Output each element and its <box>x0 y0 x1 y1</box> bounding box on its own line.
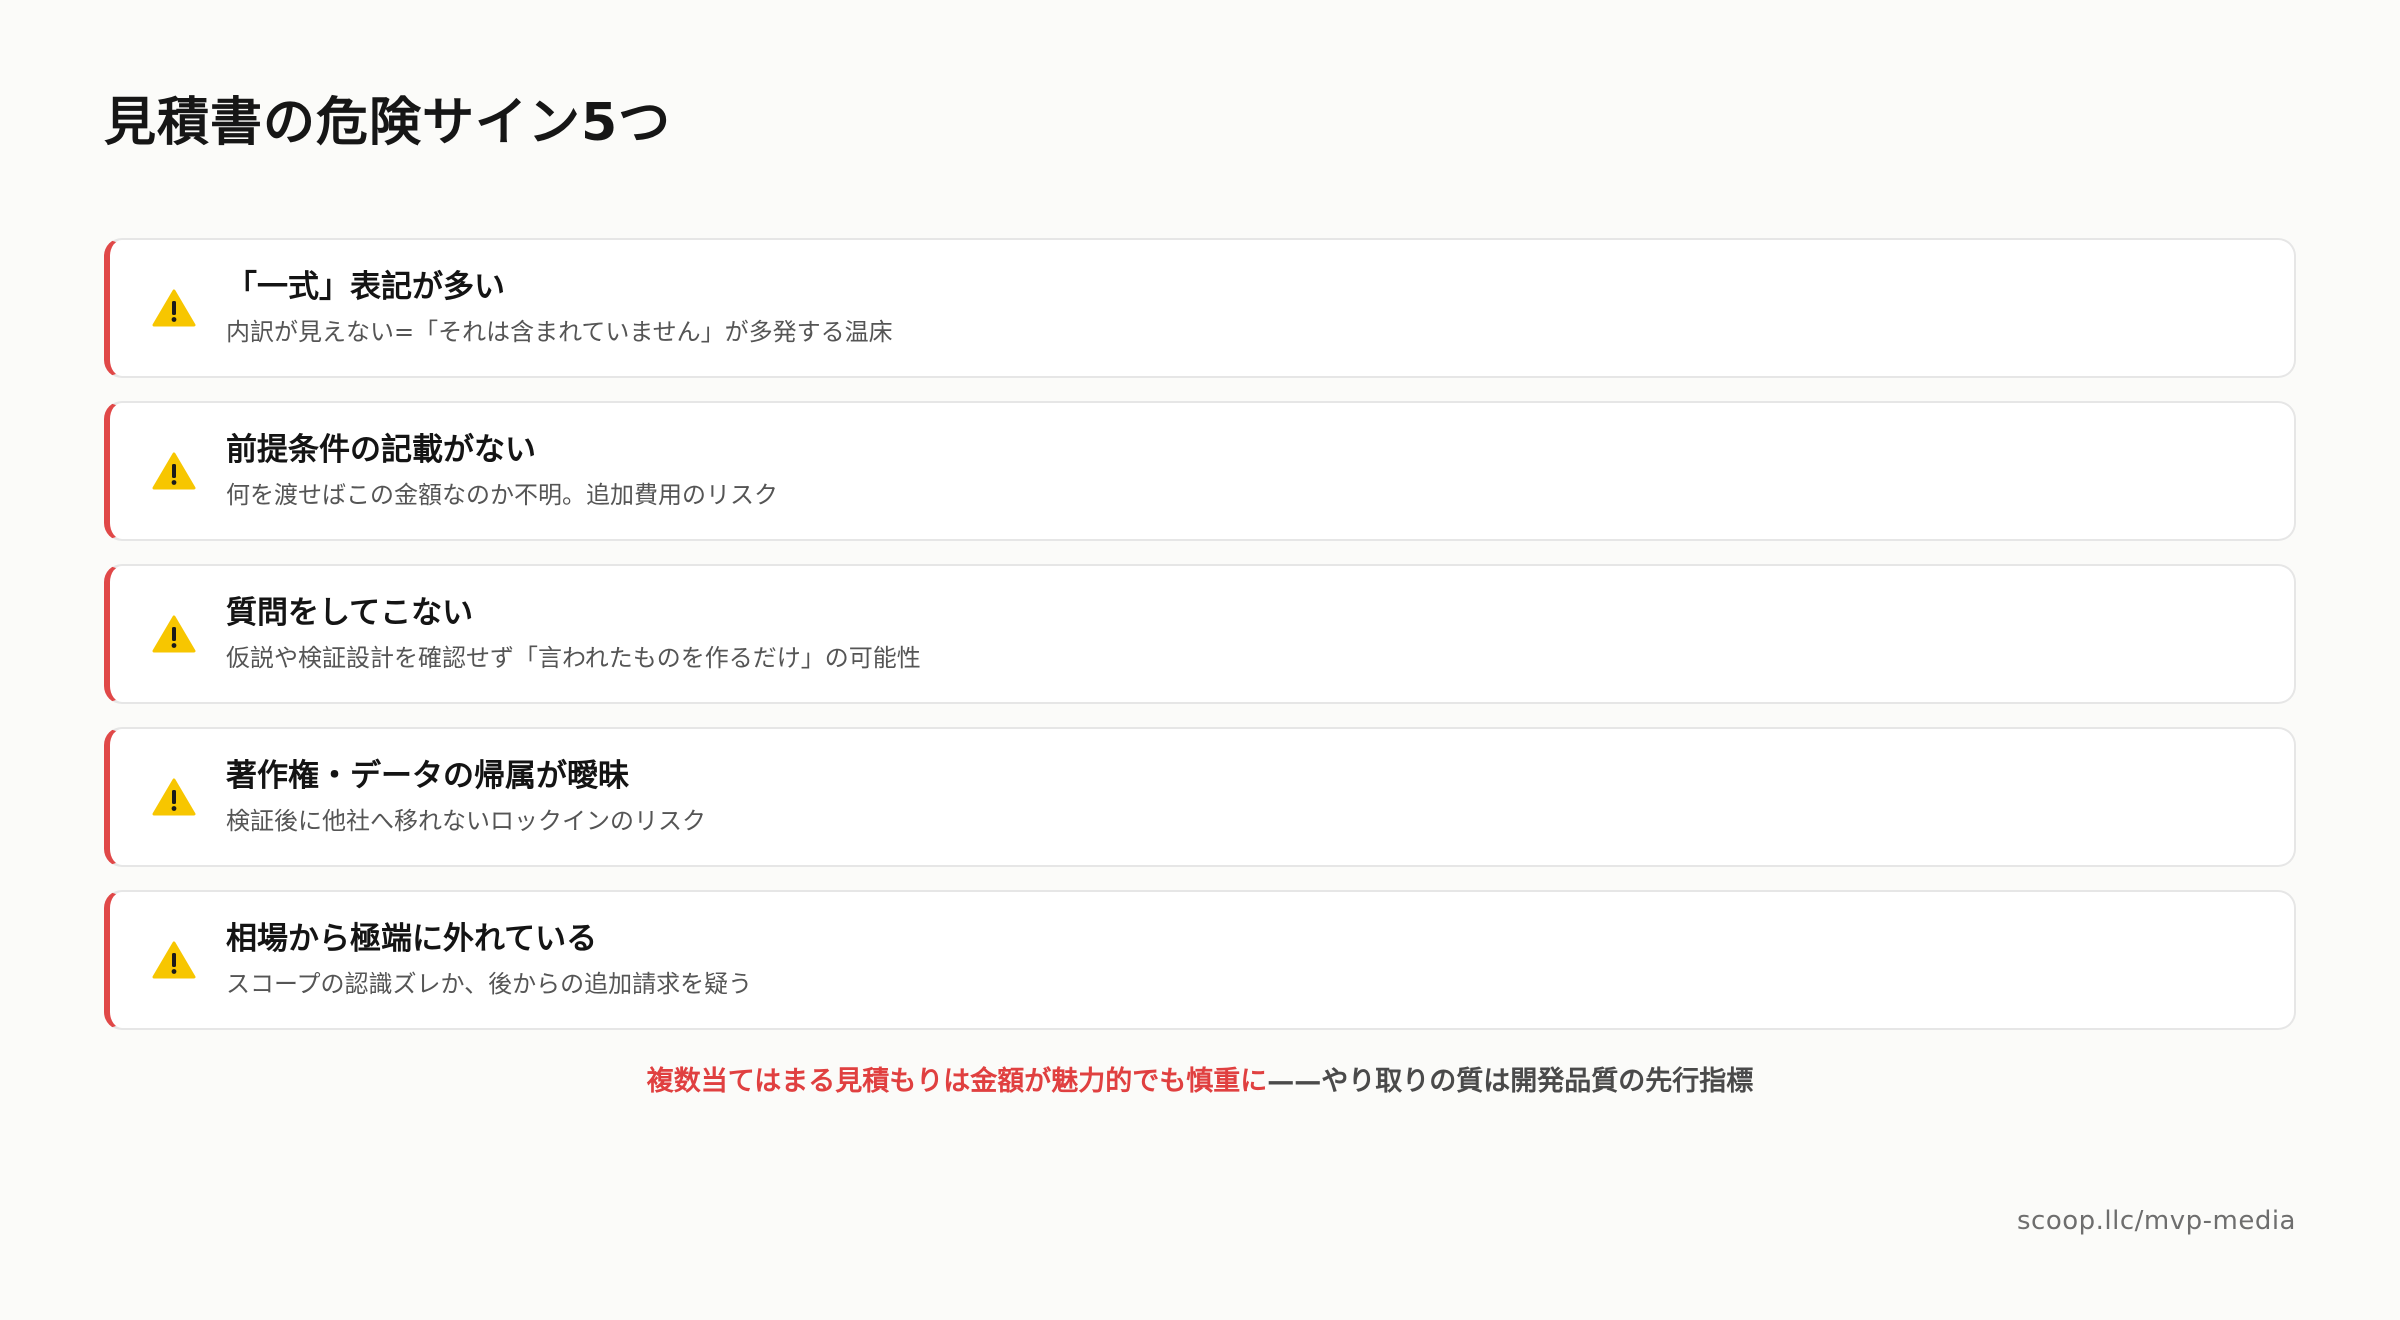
warning-icon <box>152 452 196 490</box>
card-text: 質問をしてこない 仮説や検証設計を確認せず「言われたものを作るだけ」の可能性 <box>226 594 921 674</box>
card-text: 前提条件の記載がない 何を渡せばこの金額なのか不明。追加費用のリスク <box>226 431 778 511</box>
warning-card: 相場から極端に外れている スコープの認識ズレか、後からの追加請求を疑う <box>104 890 2296 1030</box>
card-heading: 著作権・データの帰属が曖昧 <box>226 758 629 795</box>
warning-icon <box>152 778 196 816</box>
card-description: 内訳が見えない=「それは含まれていません」が多発する温床 <box>226 317 893 346</box>
card-heading: 前提条件の記載がない <box>226 432 536 469</box>
card-description: 仮説や検証設計を確認せず「言われたものを作るだけ」の可能性 <box>226 643 921 672</box>
warning-card-list: 「一式」表記が多い 内訳が見えない=「それは含まれていません」が多発する温床 前… <box>104 238 2296 1053</box>
warning-card: 「一式」表記が多い 内訳が見えない=「それは含まれていません」が多発する温床 <box>104 238 2296 378</box>
warning-icon <box>152 615 196 653</box>
summary-rest: ——やり取りの質は開発品質の先行指標 <box>1267 1066 1754 1097</box>
warning-card: 質問をしてこない 仮説や検証設計を確認せず「言われたものを作るだけ」の可能性 <box>104 564 2296 704</box>
card-heading: 質問をしてこない <box>226 595 474 632</box>
footer-url: scoop.llc/mvp-media <box>2016 1206 2296 1236</box>
card-heading: 「一式」表記が多い <box>226 269 505 306</box>
card-text: 相場から極端に外れている スコープの認識ズレか、後からの追加請求を疑う <box>226 920 752 1000</box>
card-text: 著作権・データの帰属が曖昧 検証後に他社へ移れないロックインのリスク <box>226 757 706 837</box>
card-description: 何を渡せばこの金額なのか不明。追加費用のリスク <box>226 480 778 509</box>
warning-card: 前提条件の記載がない 何を渡せばこの金額なのか不明。追加費用のリスク <box>104 401 2296 541</box>
summary-highlight: 複数当てはまる見積もりは金額が魅力的でも慎重に <box>646 1066 1268 1097</box>
card-text: 「一式」表記が多い 内訳が見えない=「それは含まれていません」が多発する温床 <box>226 268 893 348</box>
card-heading: 相場から極端に外れている <box>226 921 598 958</box>
warning-card: 著作権・データの帰属が曖昧 検証後に他社へ移れないロックインのリスク <box>104 727 2296 867</box>
card-description: スコープの認識ズレか、後からの追加請求を疑う <box>226 969 753 998</box>
warning-icon <box>152 941 196 979</box>
summary-line: 複数当てはまる見積もりは金額が魅力的でも慎重に——やり取りの質は開発品質の先行指… <box>0 1064 2400 1099</box>
warning-icon <box>152 289 196 327</box>
card-description: 検証後に他社へ移れないロックインのリスク <box>226 806 706 835</box>
page-title: 見積書の危険サイン5つ <box>104 93 672 153</box>
